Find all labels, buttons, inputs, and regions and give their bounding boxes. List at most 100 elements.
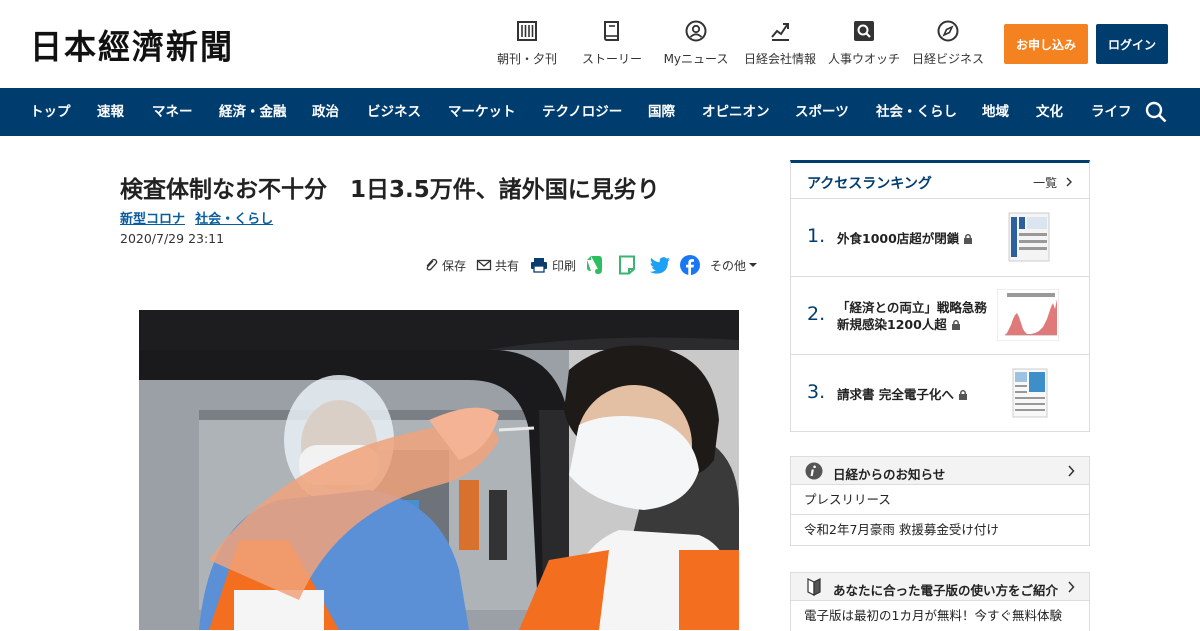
utility-link-company[interactable]: 日経会社情報 <box>737 20 823 67</box>
utility-link-story[interactable]: ストーリー <box>569 20 655 67</box>
utility-label: ストーリー <box>581 52 642 66</box>
utility-link-jinji[interactable]: 人事ウオッチ <box>821 20 907 67</box>
printer-icon <box>531 258 547 273</box>
article-title: 検査体制なお不十分 1日3.5万件、諸外国に見劣り <box>120 177 660 203</box>
ranking-item[interactable]: 3. 請求書 完全電子化へ <box>791 355 1089 433</box>
ranking-more-link[interactable]: 一覧 <box>1033 174 1073 191</box>
mail-icon <box>476 259 492 271</box>
utility-label: Myニュース <box>663 52 729 66</box>
chevron-right-icon <box>1068 581 1075 593</box>
nav-item-society[interactable]: 社会・くらし <box>876 88 957 136</box>
save-button[interactable]: 保存 <box>423 254 466 276</box>
utility-link-business[interactable]: 日経ビジネス <box>905 20 991 67</box>
info-icon <box>805 462 823 480</box>
share-button[interactable]: 共有 <box>476 254 519 276</box>
nav-item-opinion[interactable]: オピニオン <box>702 88 770 136</box>
nav-item-top[interactable]: トップ <box>30 88 71 136</box>
guide-item[interactable]: 電子版は最初の1カ月が無料！今すぐ無料体験 <box>791 601 1089 631</box>
magnifier-icon <box>854 21 874 41</box>
guide-header[interactable]: あなたに合った電子版の使い方をご紹介 <box>791 573 1089 601</box>
evernote-icon <box>587 256 602 274</box>
paperclip-icon <box>426 258 438 271</box>
book-icon <box>604 21 619 41</box>
ranking-title-text: 請求書 完全電子化へ <box>837 387 954 402</box>
nav-item-sports[interactable]: スポーツ <box>795 88 849 136</box>
ranking-thumbnail <box>997 367 1059 419</box>
chart-icon <box>771 23 789 41</box>
utility-link-mynews[interactable]: Myニュース <box>653 20 739 67</box>
nav-item-market[interactable]: マーケット <box>448 88 516 136</box>
nav-item-business[interactable]: ビジネス <box>367 88 421 136</box>
subscribe-button[interactable]: お申し込み <box>1004 24 1088 64</box>
ranking-item-title: 外食1000店超が閉鎖 <box>837 230 987 247</box>
ranking-item-title: 請求書 完全電子化へ <box>837 386 987 403</box>
save-label: 保存 <box>442 258 467 273</box>
nav-item-life[interactable]: ライフ <box>1091 88 1132 136</box>
memo-button[interactable] <box>618 254 636 276</box>
utility-label: 朝刊・夕刊 <box>496 52 557 66</box>
nav-item-breaking[interactable]: 速報 <box>97 88 124 136</box>
chevron-right-icon <box>1068 465 1075 477</box>
ranking-title: アクセスランキング <box>807 176 932 192</box>
share-label: 共有 <box>495 258 520 273</box>
ranking-item-title: 「経済との両立」戦略急務 新規感染1200人超 <box>837 299 999 333</box>
login-button[interactable]: ログイン <box>1096 24 1168 64</box>
site-header: 日本經濟新聞 朝刊・夕刊 ストーリー Myニュース 日経会社情報 人事ウオッチ … <box>0 0 1200 88</box>
nav-item-world[interactable]: 国際 <box>648 88 675 136</box>
notice-item[interactable]: 令和2年7月豪雨 救援募金受け付け <box>791 515 1089 545</box>
nav-item-economy[interactable]: 経済・金融 <box>219 88 287 136</box>
lock-icon <box>958 389 967 400</box>
ranking-thumbnail <box>997 289 1059 341</box>
main-nav: トップ 速報 マネー 経済・金融 政治 ビジネス マーケット テクノロジー 国際… <box>0 88 1200 136</box>
compass-icon <box>937 20 959 42</box>
ranking-title-text: 「経済との両立」戦略急務 新規感染1200人超 <box>837 300 1000 332</box>
ranking-number: 3. <box>807 381 826 403</box>
print-label: 印刷 <box>552 258 577 273</box>
utility-link-paper[interactable]: 朝刊・夕刊 <box>484 20 570 67</box>
access-ranking: アクセスランキング 一覧 1. 外食1000店超が閉鎖 2. 「経済との両立」戦… <box>790 160 1090 432</box>
utility-label: 日経会社情報 <box>743 52 816 66</box>
twitter-icon <box>650 256 670 274</box>
ranking-title-text: 外食1000店超が閉鎖 <box>837 231 960 246</box>
nav-item-region[interactable]: 地域 <box>982 88 1009 136</box>
tag-link[interactable]: 新型コロナ <box>120 212 185 227</box>
print-button[interactable]: 印刷 <box>530 254 576 276</box>
lock-icon <box>964 233 973 244</box>
notice-header[interactable]: 日経からのお知らせ <box>791 457 1089 485</box>
article-photo <box>139 310 739 630</box>
nav-item-money[interactable]: マネー <box>152 88 193 136</box>
lock-icon <box>951 319 960 330</box>
utility-label: 日経ビジネス <box>911 52 984 66</box>
nav-item-technology[interactable]: テクノロジー <box>542 88 622 136</box>
evernote-button[interactable] <box>586 254 604 276</box>
nav-item-culture[interactable]: 文化 <box>1036 88 1063 136</box>
notice-item[interactable]: プレスリリース <box>791 485 1089 515</box>
ranking-item[interactable]: 2. 「経済との両立」戦略急務 新規感染1200人超 <box>791 277 1089 355</box>
notice-title: 日経からのお知らせ <box>833 467 946 482</box>
caret-down-icon <box>749 263 758 267</box>
ranking-header: アクセスランキング 一覧 <box>791 163 1089 199</box>
tag-link[interactable]: 社会・くらし <box>195 212 273 227</box>
search-icon[interactable] <box>1144 100 1168 124</box>
ranking-more-label: 一覧 <box>1033 176 1058 190</box>
ranking-thumbnail <box>997 211 1059 263</box>
newspaper-icon <box>517 21 537 41</box>
ranking-number: 2. <box>807 303 826 325</box>
facebook-icon <box>680 255 700 275</box>
memo-icon <box>619 255 635 275</box>
ranking-number: 1. <box>807 225 826 247</box>
article-date: 2020/7/29 23:11 <box>120 231 225 246</box>
person-icon <box>685 20 707 42</box>
beginner-mark-icon <box>807 578 821 596</box>
chevron-right-icon <box>1066 177 1072 187</box>
site-logo[interactable]: 日本經濟新聞 <box>30 21 234 69</box>
more-share-button[interactable]: その他 <box>710 254 758 276</box>
ranking-item[interactable]: 1. 外食1000店超が閉鎖 <box>791 199 1089 277</box>
utility-label: 人事ウオッチ <box>827 52 900 66</box>
photo-scene <box>139 310 739 630</box>
article-tags: 新型コロナ 社会・くらし <box>120 208 279 227</box>
nav-item-politics[interactable]: 政治 <box>312 88 339 136</box>
facebook-button[interactable] <box>680 254 700 276</box>
twitter-button[interactable] <box>650 254 670 276</box>
more-share-label: その他 <box>710 258 747 273</box>
